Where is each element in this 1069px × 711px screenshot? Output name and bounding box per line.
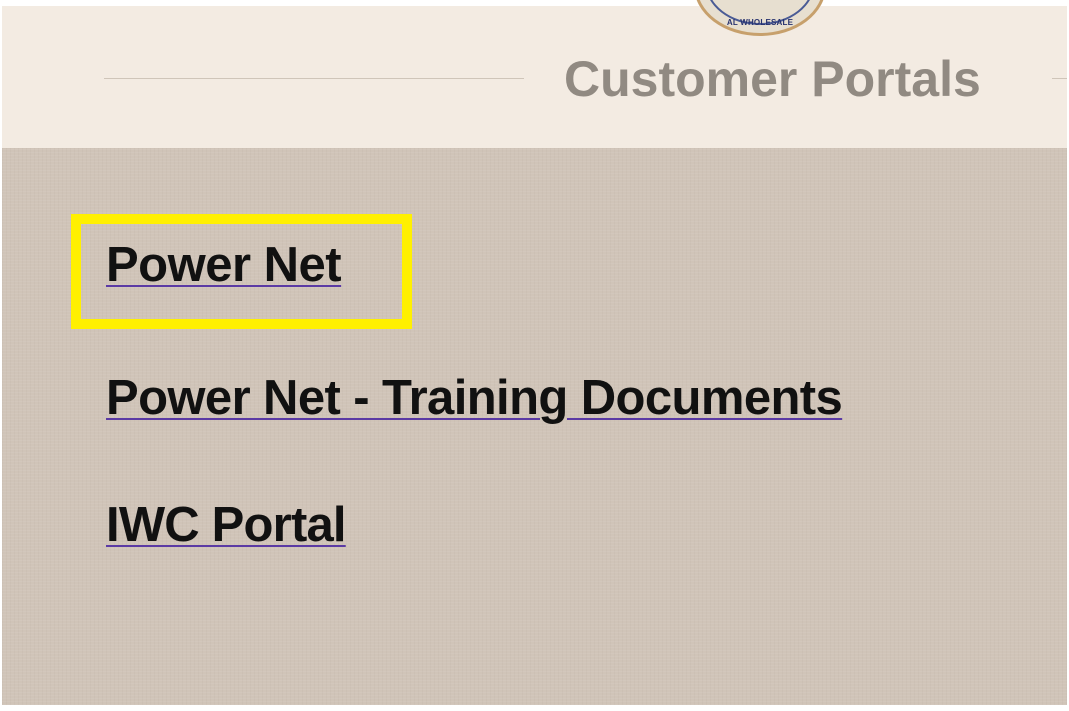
seal-text: AL WHOLESALE [726,18,794,27]
iwc-portal-link[interactable]: IWC Portal [106,496,347,554]
page: AL WHOLESALE Customer Portals Power Net … [0,0,1069,711]
company-seal-logo: AL WHOLESALE [694,0,826,36]
power-net-training-documents-link[interactable]: Power Net - Training Documents [106,369,843,427]
header-divider-left [104,78,524,79]
header-divider-right [1052,78,1067,79]
header: AL WHOLESALE Customer Portals [2,0,1067,148]
power-net-link[interactable]: Power Net [106,236,342,294]
page-title: Customer Portals [564,51,981,107]
bottom-edge [2,705,1067,711]
portal-links-panel [2,148,1067,711]
